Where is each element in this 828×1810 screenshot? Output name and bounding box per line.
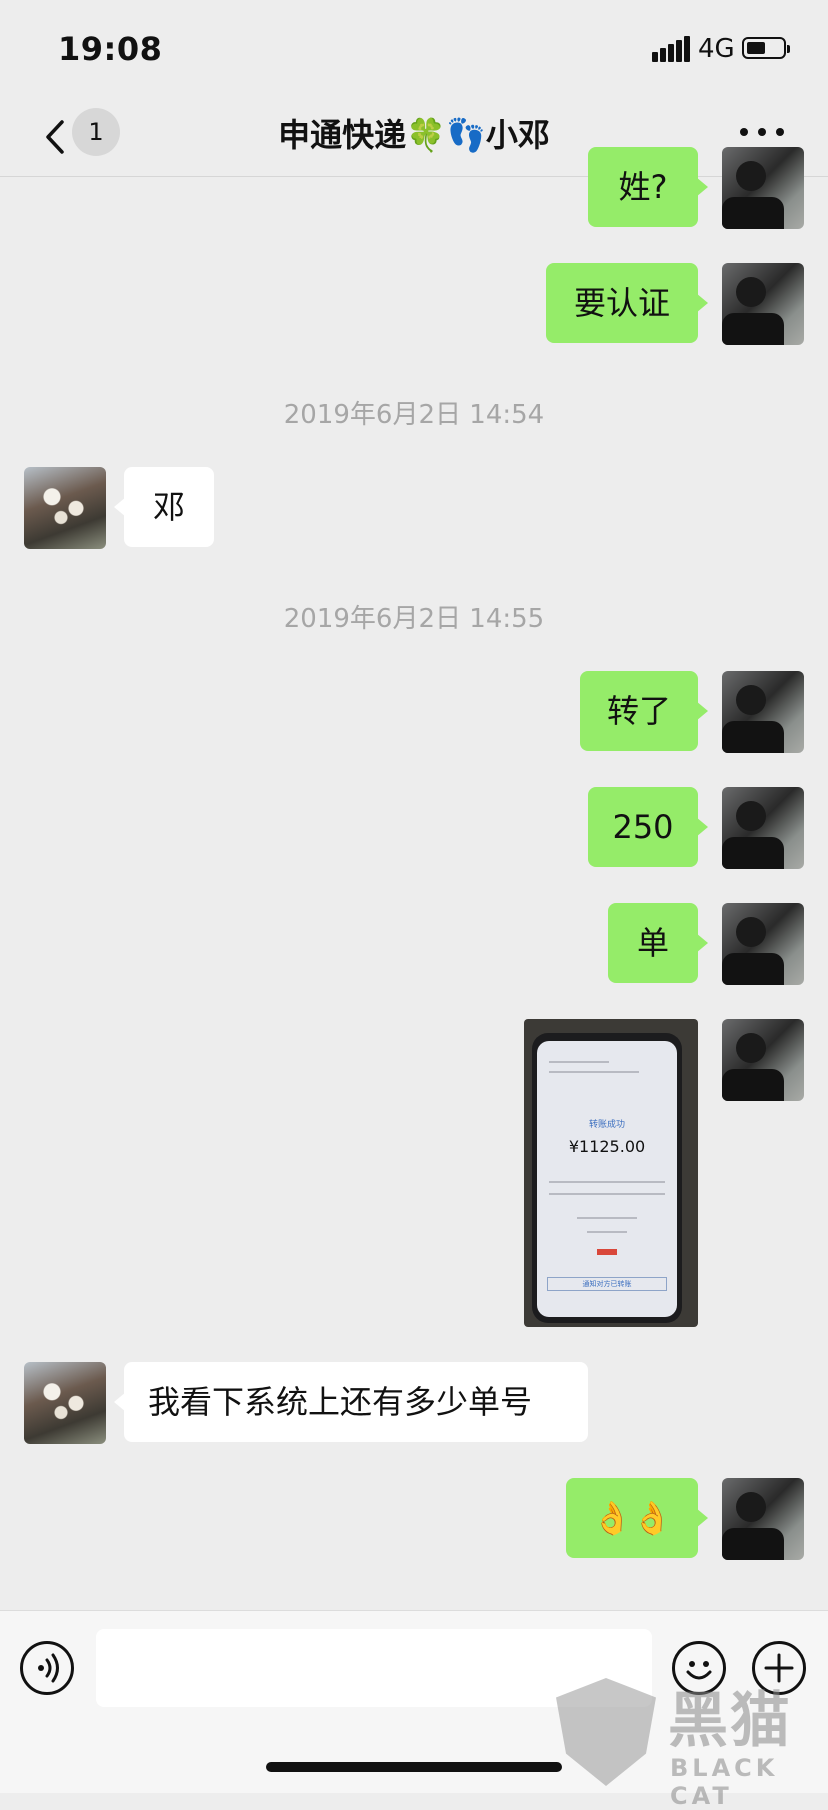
phone-in-photo: 转账成功 ¥1125.00 通知对方已转账 — [532, 1033, 682, 1323]
message-timestamp: 2019年6月2日 14:55 — [283, 604, 545, 634]
message-bubble-outgoing[interactable]: 👌👌 — [566, 1478, 708, 1558]
message-bubble-outgoing[interactable]: 要认证 — [546, 263, 708, 343]
screen-text-line — [587, 1231, 627, 1233]
message-bubble-incoming[interactable]: 我看下系统上还有多少单号 — [114, 1362, 588, 1442]
screen-text-line — [549, 1061, 609, 1063]
my-avatar[interactable] — [722, 1019, 804, 1101]
notify-transfer-button-in-photo: 通知对方已转账 — [547, 1277, 667, 1291]
network-type: 4G — [698, 34, 735, 64]
my-avatar[interactable] — [722, 147, 804, 229]
my-avatar[interactable] — [722, 903, 804, 985]
my-avatar[interactable] — [722, 787, 804, 869]
watermark-english-text: BLACK CAT — [670, 1754, 779, 1810]
message-bubble-outgoing[interactable]: 姓? — [588, 147, 708, 227]
voice-input-icon[interactable] — [20, 1641, 74, 1695]
watermark-chinese-text: 黑猫 — [668, 1686, 792, 1756]
message-bubble-outgoing[interactable]: 转了 — [580, 671, 708, 751]
contact-avatar[interactable] — [24, 1362, 106, 1444]
phone-screen: 转账成功 ¥1125.00 通知对方已转账 — [537, 1041, 677, 1317]
my-avatar[interactable] — [722, 263, 804, 345]
my-avatar[interactable] — [722, 1478, 804, 1560]
watermark-shield-logo — [556, 1678, 656, 1786]
image-message-transfer-screenshot[interactable]: 转账成功 ¥1125.00 通知对方已转账 — [524, 1019, 698, 1327]
black-cat-watermark: 黑猫 BLACK CAT — [556, 1672, 828, 1810]
screen-red-tag — [597, 1249, 617, 1255]
transfer-amount: ¥1125.00 — [568, 1137, 646, 1156]
screen-text-line — [549, 1193, 665, 1195]
status-bar: 19:08 4G — [0, 0, 828, 100]
contact-avatar[interactable] — [24, 467, 106, 549]
home-indicator[interactable] — [266, 1762, 562, 1772]
transfer-status-text: 转账成功 — [588, 1120, 625, 1130]
screen-text-line — [549, 1071, 639, 1073]
more-options-icon[interactable] — [740, 124, 784, 140]
screen-text-line — [577, 1217, 637, 1219]
signal-icon — [652, 36, 690, 62]
status-time: 19:08 — [58, 30, 163, 68]
screen-text-line — [549, 1181, 665, 1183]
my-avatar[interactable] — [722, 671, 804, 753]
battery-icon — [742, 37, 790, 59]
message-bubble-outgoing[interactable]: 单 — [608, 903, 708, 983]
message-bubble-outgoing[interactable]: 250 — [588, 787, 708, 867]
message-bubble-incoming[interactable]: 邓 — [114, 467, 214, 547]
chat-title: 申通快递🍀👣小邓 — [278, 116, 550, 154]
message-timestamp: 2019年6月2日 14:54 — [283, 400, 545, 430]
